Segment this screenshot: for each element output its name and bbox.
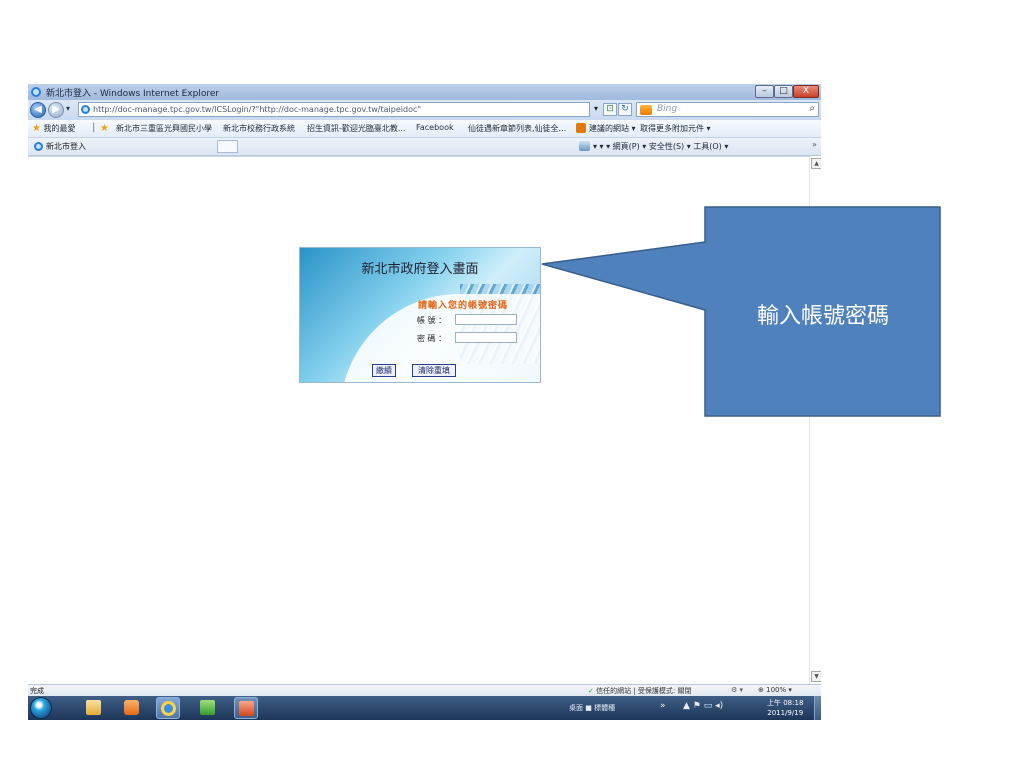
address-bar[interactable]: http://doc-manage.tpc.gov.tw/ICSLogin/?"… [78, 102, 590, 117]
callout-text: 輸入帳號密碼 [756, 304, 889, 329]
minimize-button[interactable]: – [755, 85, 774, 98]
account-label: 帳 號 ： [417, 316, 447, 325]
clock[interactable]: 上午 08:18 2011/9/19 [767, 698, 803, 718]
zoom-dropdown-icon: ▾ [788, 686, 792, 694]
powerpoint-icon [239, 701, 254, 716]
home-icon[interactable] [579, 141, 590, 151]
search-placeholder: Bing [657, 104, 678, 114]
recent-pages-dropdown-icon[interactable]: ▾ [66, 104, 70, 113]
submit-button[interactable]: 繳續 [372, 364, 396, 377]
zoom-control[interactable]: ⊕ 100% ▾ [758, 686, 792, 694]
search-box[interactable]: Bing ⌕ [636, 102, 819, 117]
favorite-link-5[interactable]: 仙徒遇新章節列表,仙徒全... [468, 123, 566, 134]
separator: | [92, 122, 96, 133]
ie-logo-icon [31, 87, 41, 97]
tab-ie-icon [34, 142, 43, 151]
status-text: 完成 [30, 687, 44, 695]
search-icon[interactable]: ⌕ [809, 103, 815, 114]
page-viewport: 新北市政府登入畫面 請輸入您的帳號密碼 帳 號 ： 密 碼 ： 繳續 清除重填 [28, 156, 821, 685]
tray-icons[interactable]: ▲ ⚑ ▭ ◂) [683, 701, 723, 711]
network-icon [200, 700, 215, 715]
compatibility-icon[interactable]: ⊡ [603, 103, 617, 116]
reset-button[interactable]: 清除重填 [412, 364, 456, 377]
taskbar: 桌面 ■ 標體種 » ▲ ⚑ ▭ ◂) 上午 08:18 2011/9/19 [28, 696, 821, 720]
back-button[interactable]: ◀ [30, 102, 46, 118]
favorites-label: 我的最愛 [43, 124, 76, 133]
trusted-check-icon: ✓ [588, 687, 594, 695]
scroll-down-icon[interactable]: ▼ [811, 671, 821, 682]
address-row: ◀ ▶ ▾ http://doc-manage.tpc.gov.tw/ICSLo… [28, 100, 821, 120]
forward-button[interactable]: ▶ [48, 102, 64, 118]
explorer-taskbar-button[interactable] [82, 697, 106, 719]
add-favorite-icon[interactable]: ★ [100, 123, 109, 134]
media-player-taskbar-button[interactable] [120, 697, 144, 719]
command-bar[interactable]: ▾ ▾ ▾ 網頁(P) ▾ 安全性(S) ▾ 工具(O) ▾ [593, 141, 728, 152]
favorites-button[interactable]: ★ 我的最愛 [32, 123, 76, 134]
overflow-chevron-icon[interactable]: » [812, 140, 817, 149]
tab-current[interactable]: 新北市登入 [46, 141, 86, 152]
address-url: http://doc-manage.tpc.gov.tw/ICSLogin/?"… [93, 105, 422, 114]
suggested-sites-link[interactable]: 建議的網站 ▾ [589, 123, 636, 134]
password-input[interactable] [455, 332, 517, 343]
page-icon [81, 105, 90, 114]
show-desktop-button[interactable] [814, 696, 821, 720]
suggested-sites-icon [576, 123, 586, 133]
favorites-bar: ★ 我的最愛 | ★ 新北市三重區光興國民小學 新北市校務行政系統 招生資訊-歡… [28, 120, 821, 138]
scroll-up-icon[interactable]: ▲ [811, 158, 821, 169]
password-label: 密 碼 ： [417, 334, 447, 343]
network-taskbar-button[interactable] [196, 697, 220, 719]
get-addons-link[interactable]: 取得更多附加元件 ▾ [640, 123, 711, 134]
ie-window: 新北市登入 - Windows Internet Explorer – □ X … [28, 84, 821, 720]
tab-row: 新北市登入 ▾ ▾ ▾ 網頁(P) ▾ 安全性(S) ▾ 工具(O) ▾ » [28, 138, 821, 156]
close-button[interactable]: X [793, 85, 819, 98]
new-tab-button[interactable] [217, 140, 238, 153]
zone-text: 信任的網站 | 受保護模式: 關閉 [596, 687, 692, 695]
bing-logo-icon [640, 105, 652, 115]
address-dropdown-icon[interactable]: ▾ [594, 104, 598, 113]
clock-date: 2011/9/19 [767, 709, 804, 717]
security-zone[interactable]: ✓ 信任的網站 | 受保護模式: 關閉 [588, 686, 692, 696]
login-prompt: 請輸入您的帳號密碼 [418, 301, 509, 311]
account-input[interactable] [455, 314, 517, 325]
star-icon: ★ [32, 123, 41, 134]
zoom-icon: ⊕ [758, 686, 764, 694]
zoom-value: 100% [766, 686, 787, 694]
vertical-scrollbar[interactable]: ▲ ▼ [809, 156, 821, 684]
tray-expand-icon[interactable]: » [660, 701, 666, 711]
login-title: 新北市政府登入畫面 [361, 262, 479, 277]
media-player-icon [124, 700, 139, 715]
login-panel: 新北市政府登入畫面 請輸入您的帳號密碼 帳 號 ： 密 碼 ： 繳續 清除重填 [299, 247, 541, 383]
addon-status-icon[interactable]: ⚙ ▾ [731, 686, 743, 694]
favorite-link-1[interactable]: 新北市三重區光興國民小學 [116, 123, 212, 134]
favorite-link-4[interactable]: Facebook [416, 123, 454, 132]
favorite-link-2[interactable]: 新北市校務行政系統 [223, 123, 295, 134]
favorite-link-3[interactable]: 招生資訊-歡迎光臨臺北教... [307, 123, 406, 134]
title-bar: 新北市登入 - Windows Internet Explorer – □ X [28, 84, 821, 100]
start-button[interactable] [30, 697, 52, 719]
powerpoint-taskbar-button[interactable] [234, 697, 258, 719]
maximize-button[interactable]: □ [774, 85, 793, 98]
ie-icon [161, 701, 176, 716]
language-bar[interactable]: 桌面 ■ 標體種 [569, 703, 615, 713]
window-title: 新北市登入 - Windows Internet Explorer [46, 89, 220, 99]
refresh-icon[interactable]: ↻ [618, 103, 632, 116]
ie-taskbar-button[interactable] [156, 697, 180, 719]
clock-time: 上午 08:18 [767, 699, 804, 707]
folder-icon [86, 700, 101, 715]
